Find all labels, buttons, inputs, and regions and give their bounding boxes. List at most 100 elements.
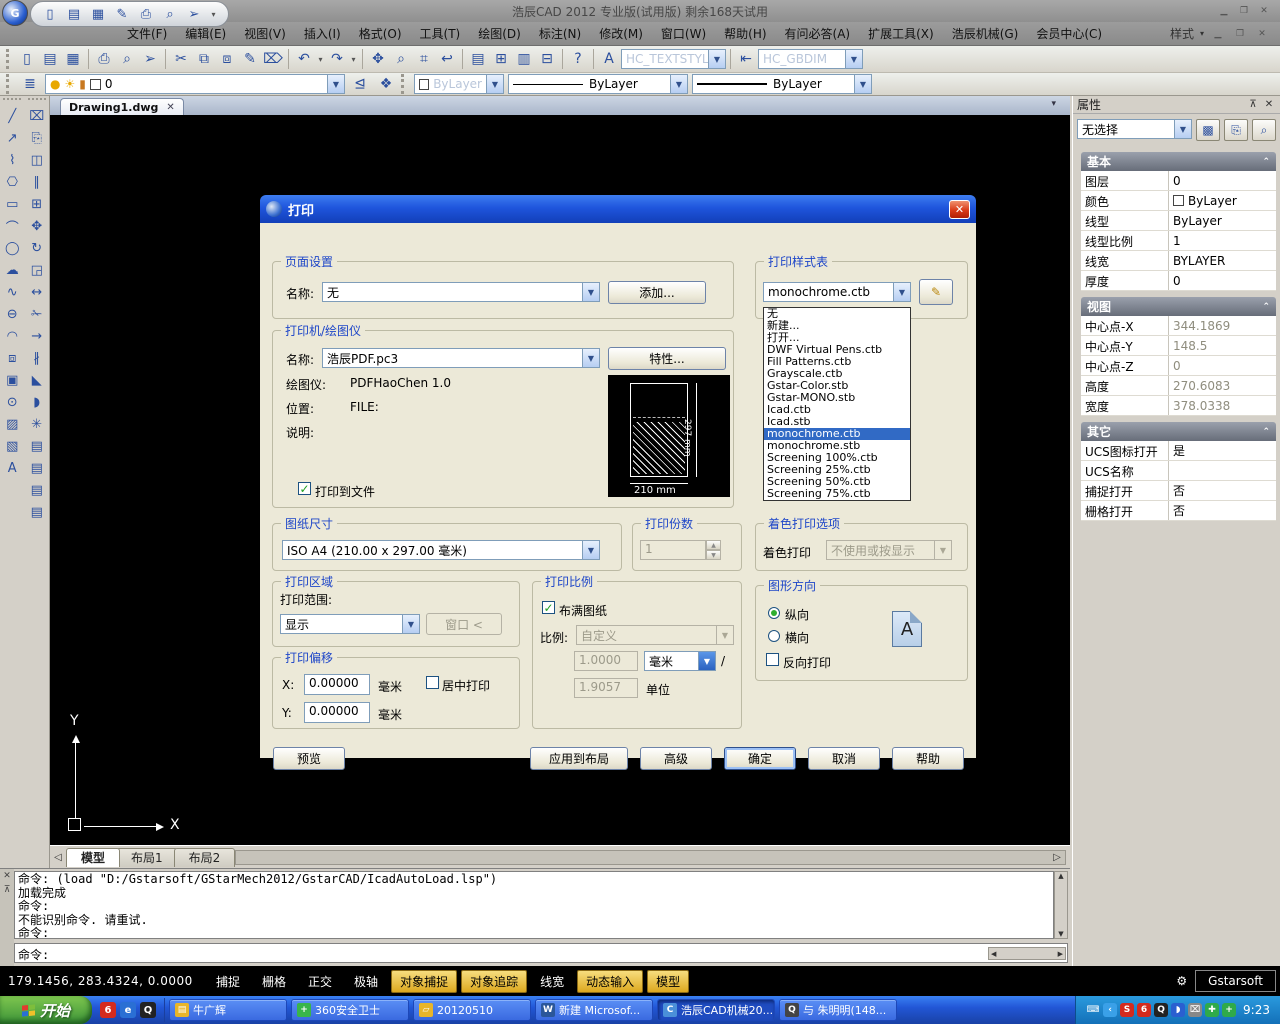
menu-item[interactable]: 视图(V) (235, 22, 295, 45)
break-icon[interactable]: ∦ (26, 347, 48, 369)
menu-item[interactable]: 插入(I) (295, 22, 350, 45)
plot-to-file-checkbox[interactable]: ✓ (298, 482, 311, 495)
chevron-up-icon[interactable]: ⌃ (1262, 427, 1270, 437)
edit-plot-style-button[interactable]: ✎ (919, 279, 953, 305)
property-row[interactable]: 宽度378.0338 (1081, 396, 1276, 416)
design-center-icon[interactable]: ⊞ (490, 48, 512, 70)
pin-icon[interactable]: ⊼ (4, 885, 11, 895)
property-value[interactable]: 0 (1169, 356, 1276, 375)
copies-field[interactable]: 1 (640, 540, 706, 560)
dim-style-icon[interactable]: ⇤ (735, 48, 757, 70)
plot-range-combo[interactable]: 显示▼ (280, 614, 420, 634)
property-row[interactable]: UCS名称 (1081, 461, 1276, 481)
rectangle-icon[interactable]: ▭ (1, 193, 23, 215)
taskbar-task[interactable]: ▱20120510 (413, 999, 531, 1021)
close-icon[interactable]: ✕ (3, 871, 11, 881)
property-row[interactable]: 栅格打开否 (1081, 501, 1276, 521)
printer-name-combo[interactable]: 浩辰PDF.pc3▼ (322, 348, 600, 368)
property-row[interactable]: 图层0 (1081, 171, 1276, 191)
menu-item[interactable]: 修改(M) (590, 22, 652, 45)
fillet-icon[interactable]: ◗ (26, 391, 48, 413)
layer-states-icon[interactable]: ❖ (375, 73, 397, 95)
copy-object-icon[interactable]: ⎘ (26, 127, 48, 149)
page-setup-name-combo[interactable]: 无▼ (322, 282, 600, 302)
pin-icon[interactable]: ⊼ (1246, 99, 1260, 110)
menu-item[interactable]: 会员中心(C) (1027, 22, 1111, 45)
print-icon[interactable]: ⎙ (93, 48, 115, 70)
property-value[interactable]: 是 (1169, 441, 1276, 460)
plot-style-option[interactable]: Fill Patterns.ctb (764, 356, 910, 368)
menu-item[interactable]: 扩展工具(X) (859, 22, 943, 45)
property-row[interactable]: UCS图标打开是 (1081, 441, 1276, 461)
chevron-down-icon[interactable]: ▼ (854, 75, 871, 93)
chevron-down-icon[interactable]: ▾ (209, 10, 218, 19)
toolbar-grip[interactable] (3, 98, 21, 103)
copies-spinner[interactable]: ▲▼ (706, 540, 721, 560)
copy-icon[interactable]: ⧉ (193, 48, 215, 70)
property-row[interactable]: 线型比例1 (1081, 231, 1276, 251)
property-value[interactable]: BYLAYER (1169, 251, 1276, 270)
status-toggle-动态输入[interactable]: 动态输入 (577, 970, 643, 993)
property-value[interactable]: ByLayer (1169, 191, 1276, 210)
menu-item[interactable]: 窗口(W) (652, 22, 715, 45)
shield-tray-icon[interactable]: ✚ (1205, 1003, 1219, 1017)
plot-style-option[interactable]: Screening 25%.ctb (764, 464, 910, 476)
mdi-minimize-button[interactable]: ▁ (1210, 27, 1226, 41)
new-icon[interactable]: ▯ (16, 48, 38, 70)
make-block-icon[interactable]: ▣ (1, 369, 23, 391)
taskbar-task[interactable]: W新建 Microsof... (535, 999, 653, 1021)
section-header[interactable]: 其它⌃ (1081, 422, 1276, 441)
explode-icon[interactable]: ✳ (26, 413, 48, 435)
plot-style-option[interactable]: Gstar-MONO.stb (764, 392, 910, 404)
portrait-radio[interactable] (768, 607, 780, 619)
polygon-icon[interactable]: ⎔ (1, 171, 23, 193)
property-row[interactable]: 厚度0 (1081, 271, 1276, 291)
saveas-icon[interactable]: ✎ (113, 5, 131, 23)
array-icon[interactable]: ⊞ (26, 193, 48, 215)
tab-nav-right-icon[interactable]: ▷ (1049, 852, 1065, 863)
mdi-close-button[interactable]: ✕ (1254, 27, 1270, 41)
command-history[interactable]: 命令: (load "D:/Gstarsoft/GStarMech2012/Gs… (14, 871, 1054, 939)
selection-combo[interactable]: 无选择 ▼ (1077, 119, 1192, 139)
chevron-up-icon[interactable]: ⌃ (1262, 157, 1270, 167)
color-combo[interactable]: ByLayer ▼ (414, 74, 504, 94)
rotate-icon[interactable]: ↻ (26, 237, 48, 259)
property-value[interactable]: 1 (1169, 231, 1276, 250)
command-scrollbar[interactable]: ▲▼ (1054, 871, 1068, 939)
property-row[interactable]: 中心点-Y148.5 (1081, 336, 1276, 356)
chevron-up-icon[interactable]: ⌃ (1262, 302, 1270, 312)
add-page-setup-button[interactable]: 添加... (608, 281, 706, 304)
keyboard-tray-icon[interactable]: ⌨ (1086, 1003, 1100, 1017)
dim-style-combo[interactable]: HC_GBDIM▼ (758, 49, 863, 69)
tool-palettes-icon[interactable]: ▥ (513, 48, 535, 70)
preview-button[interactable]: 预览 (273, 747, 345, 770)
undo-icon[interactable]: ↶ (293, 48, 315, 70)
ok-button[interactable]: 确定 (724, 747, 796, 770)
command-input[interactable]: 命令: (14, 943, 1068, 963)
moon-tray-icon[interactable]: ◗ (1171, 1003, 1185, 1017)
preview-icon[interactable]: ⌕ (161, 5, 179, 23)
restore-button[interactable]: ❐ (1236, 4, 1252, 18)
text-style-icon[interactable]: A (598, 48, 620, 70)
ellipse-icon[interactable]: ⊖ (1, 303, 23, 325)
line-icon[interactable]: ╱ (1, 105, 23, 127)
preview-icon[interactable]: ⌕ (116, 48, 138, 70)
sheet-icon[interactable]: ▤ (26, 501, 48, 523)
mtext-icon[interactable]: A (1, 457, 23, 479)
property-value[interactable]: 148.5 (1169, 336, 1276, 355)
property-value[interactable]: 否 (1169, 501, 1276, 520)
layout-tab-布局1[interactable]: 布局1 (116, 848, 178, 867)
close-button[interactable]: ✕ (1256, 4, 1272, 18)
close-tab-icon[interactable]: ✕ (166, 102, 174, 113)
taskbar-task[interactable]: Q与 朱明明(148... (779, 999, 897, 1021)
status-toggle-线宽[interactable]: 线宽 (531, 970, 573, 993)
close-icon[interactable]: ✕ (1262, 99, 1276, 110)
taskbar-task[interactable]: ▤牛广辉 (169, 999, 287, 1021)
minimize-button[interactable]: ▁ (1216, 4, 1232, 18)
chevron-down-icon[interactable]: ▼ (486, 75, 503, 93)
property-row[interactable]: 线宽BYLAYER (1081, 251, 1276, 271)
save-icon[interactable]: ▦ (89, 5, 107, 23)
property-value[interactable]: 344.1869 (1169, 316, 1276, 335)
menu-item[interactable]: 工具(T) (411, 22, 470, 45)
toolbar-grip[interactable] (401, 74, 407, 94)
